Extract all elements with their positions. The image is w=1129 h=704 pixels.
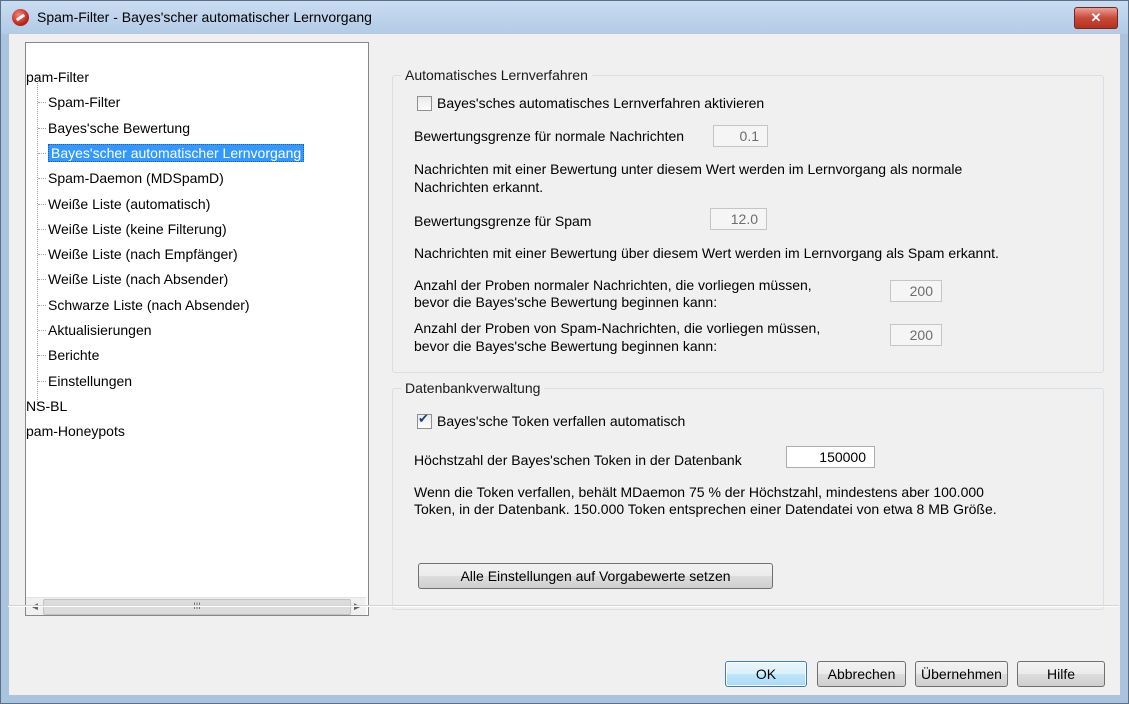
apply-button[interactable]: Übernehmen (915, 661, 1008, 687)
tree-item-label: Bayes'scher automatischer Lernvorgang (48, 143, 305, 162)
tree-item[interactable]: NS-BL (26, 395, 67, 417)
reset-defaults-button[interactable]: Alle Einstellungen auf Vorgabewerte setz… (418, 563, 773, 589)
spam-filter-app-icon (12, 9, 29, 26)
normal-desc-line1: Nachrichten mit einer Bewertung unter di… (414, 161, 963, 177)
enable-learning-checkbox[interactable] (417, 96, 432, 111)
database-desc-line1: Wenn die Token verfallen, behält MDaemon… (414, 484, 984, 500)
tree-item-label: Schwarze Liste (nach Absender) (48, 296, 250, 313)
database-group-title: Datenbankverwaltung (401, 380, 545, 396)
tree-item-label: Weiße Liste (keine Filterung) (48, 220, 227, 237)
tree-item-label: Bayes'sche Bewertung (48, 119, 190, 136)
tree-item[interactable]: Berichte (48, 344, 99, 366)
cancel-button[interactable]: Abbrechen (817, 661, 906, 687)
tree-item[interactable]: Schwarze Liste (nach Absender) (48, 294, 250, 316)
tree-item[interactable]: Einstellungen (48, 370, 132, 392)
title-bar[interactable]: Spam-Filter - Bayes'scher automatischer … (1, 1, 1128, 34)
tree-item-label: Aktualisierungen (48, 322, 152, 338)
tree-item-label: Spam-Filter (48, 94, 121, 111)
tree-item[interactable]: Spam-Daemon (MDSpamD) (48, 167, 224, 189)
tree-item-label: pam-Honeypots (26, 423, 125, 440)
navigation-tree[interactable]: pam-Filter Spam-Filter Bayes'sche Bewertun… (25, 42, 369, 616)
footer-separator (8, 605, 1119, 607)
max-tokens-label: Höchstzahl der Bayes'schen Token in der … (414, 452, 742, 468)
normal-threshold-field[interactable]: 0.1 (713, 125, 768, 147)
database-desc-line2: Token, in der Datenbank. 150.000 Token e… (414, 501, 997, 517)
spam-desc: Nachrichten mit einer Bewertung über die… (414, 245, 999, 261)
spam-samples-field[interactable]: 200 (890, 324, 942, 346)
tree-item[interactable]: Weiße Liste (keine Filterung) (48, 218, 227, 240)
max-tokens-field[interactable]: 150000 (786, 446, 875, 468)
expire-tokens-label[interactable]: Bayes'sche Token verfallen automatisch (437, 413, 685, 429)
tree-item-label: pam-Filter (26, 69, 90, 85)
tree-item[interactable]: Bayes'scher automatischer Lernvorgang (48, 142, 305, 164)
expire-tokens-checkbox[interactable] (417, 412, 432, 429)
tree-item[interactable]: Bayes'sche Bewertung (48, 117, 190, 139)
normal-threshold-label: Bewertungsgrenze für normale Nachrichten (414, 128, 685, 144)
tree-item[interactable]: pam-Honeypots (26, 420, 125, 442)
tree-item[interactable]: Spam-Filter (48, 91, 120, 113)
spam-threshold-label: Bewertungsgrenze für Spam (414, 213, 592, 229)
tree-item[interactable]: pam-Filter (26, 66, 89, 88)
tree-item-label: Spam-Daemon (MDSpamD) (48, 170, 224, 187)
tree-item-label: Weiße Liste (nach Absender) (48, 271, 229, 288)
enable-learning-label[interactable]: Bayes'sches automatisches Lernverfahren … (437, 95, 764, 111)
scroll-thumb[interactable]: III (43, 599, 351, 615)
learning-group-title: Automatisches Lernverfahren (401, 67, 592, 83)
tree-item-label: Weiße Liste (nach Empfänger) (48, 246, 238, 263)
tree-item[interactable]: Weiße Liste (nach Empfänger) (48, 243, 238, 265)
tree-item-label: NS-BL (26, 397, 68, 414)
spam-threshold-field[interactable]: 12.0 (710, 208, 767, 230)
tree-item-label: Berichte (48, 347, 100, 364)
tree-item-label: Weiße Liste (automatisch) (48, 195, 211, 212)
window-title: Spam-Filter - Bayes'scher automatischer … (37, 9, 372, 25)
close-button[interactable]: ✕ (1074, 7, 1118, 29)
spam-samples-line2: bevor die Bayes'sche Bewertung beginnen … (414, 338, 718, 354)
normal-samples-line2: bevor die Bayes'sche Bewertung beginnen … (414, 294, 718, 310)
normal-samples-field[interactable]: 200 (890, 280, 942, 302)
tree-item[interactable]: Weiße Liste (nach Absender) (48, 268, 228, 290)
tree-item-label: Einstellungen (48, 372, 133, 389)
help-button[interactable]: Hilfe (1017, 661, 1105, 687)
spam-samples-line1: Anzahl der Proben von Spam-Nachrichten, … (414, 320, 821, 336)
tree-item[interactable]: Aktualisierungen (48, 319, 152, 341)
normal-samples-line1: Anzahl der Proben normaler Nachrichten, … (414, 277, 812, 293)
tree-item[interactable]: Weiße Liste (automatisch) (48, 193, 210, 215)
normal-desc-line2: Nachrichten erkannt. (414, 179, 544, 195)
ok-button[interactable]: OK (725, 661, 807, 687)
